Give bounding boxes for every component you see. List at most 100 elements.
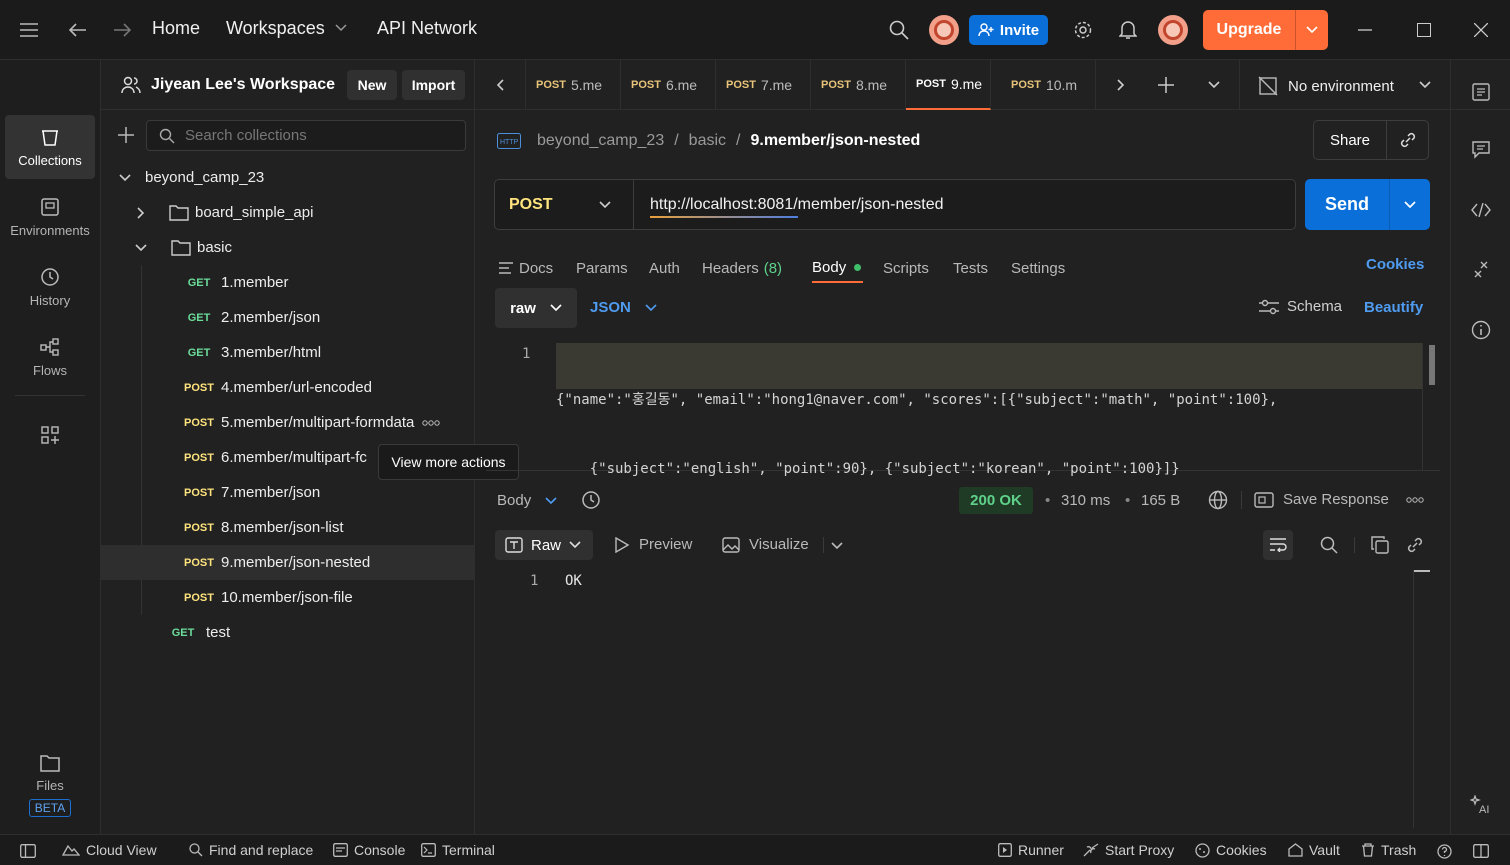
back-arrow-icon[interactable] (64, 18, 92, 42)
maximize-icon[interactable] (1411, 18, 1437, 42)
tab-request-active[interactable]: POST 9.me (906, 60, 991, 110)
runner-button[interactable]: Runner (998, 842, 1064, 858)
search-icon[interactable] (886, 18, 912, 42)
tab-request[interactable]: POST 5.me (526, 60, 621, 110)
comments-icon[interactable] (1469, 138, 1493, 162)
breadcrumb-item[interactable]: basic (689, 132, 726, 150)
folder-row[interactable]: basic (101, 230, 475, 265)
rail-history[interactable]: History (5, 255, 95, 319)
response-preview-tab[interactable]: Preview (615, 536, 692, 553)
send-button[interactable]: Send (1305, 179, 1430, 230)
list-item[interactable]: POST 7.member/json (101, 475, 475, 510)
avatar[interactable] (929, 15, 959, 45)
toggle-panel-icon[interactable] (1472, 842, 1490, 860)
list-item[interactable]: POST 9.member/json-nested (101, 545, 475, 580)
scrollbar-thumb[interactable] (1414, 570, 1430, 572)
nav-api-network[interactable]: API Network (377, 18, 477, 39)
bell-icon[interactable] (1115, 18, 1141, 42)
breadcrumb-item[interactable]: beyond_camp_23 (537, 132, 664, 150)
more-actions-icon[interactable] (1406, 497, 1424, 503)
tab-request[interactable]: POST 7.me (716, 60, 811, 110)
terminal-button[interactable]: Terminal (421, 842, 495, 858)
list-item[interactable]: GET 2.member/json (101, 300, 475, 335)
toggle-sidebar-icon[interactable] (18, 842, 38, 860)
share-button[interactable]: Share (1313, 120, 1429, 160)
documentation-icon[interactable] (1469, 80, 1493, 104)
list-item[interactable]: POST 5.member/multipart-formdata (101, 405, 475, 440)
close-icon[interactable] (1468, 18, 1494, 42)
schema-button[interactable]: Schema (1259, 298, 1342, 315)
scrollbar[interactable] (1422, 343, 1440, 471)
scrollbar[interactable] (1413, 570, 1414, 828)
tab-request[interactable]: POST 8.me (811, 60, 906, 110)
minimize-icon[interactable] (1352, 18, 1378, 42)
body-format-select[interactable]: JSON (590, 299, 657, 316)
plus-icon[interactable] (1155, 74, 1177, 96)
avatar[interactable] (1158, 15, 1188, 45)
response-size[interactable]: 165 B (1141, 492, 1180, 509)
globe-icon[interactable] (1207, 489, 1229, 511)
workspace-name[interactable]: Jiyean Lee's Workspace (151, 76, 335, 94)
list-item[interactable]: GET test (101, 615, 475, 650)
list-item[interactable]: POST 8.member/json-list (101, 510, 475, 545)
tab-settings[interactable]: Settings (1011, 253, 1065, 283)
code-editor[interactable]: 1 {"name":"홍길동", "email":"hong1@naver.co… (486, 343, 1440, 477)
upgrade-button[interactable]: Upgrade (1203, 10, 1328, 50)
tab-body[interactable]: Body (812, 253, 863, 283)
breadcrumb-current[interactable]: 9.member/json-nested (750, 132, 920, 150)
import-button[interactable]: Import (402, 70, 465, 100)
forward-arrow-icon[interactable] (108, 18, 136, 42)
list-item[interactable]: GET 3.member/html (101, 335, 475, 370)
chevron-down-icon[interactable] (335, 24, 347, 32)
history-icon[interactable] (580, 489, 602, 511)
tab-request[interactable]: POST 10.m (1001, 60, 1096, 110)
rail-environments[interactable]: Environments (5, 185, 95, 249)
cookies-link[interactable]: Cookies (1366, 256, 1424, 273)
console-button[interactable]: Console (333, 842, 405, 858)
folder-row[interactable]: board_simple_api (101, 195, 475, 230)
tab-tests[interactable]: Tests (953, 253, 988, 283)
response-content[interactable]: OK (565, 573, 582, 589)
url-input[interactable]: http://localhost:8081/member/json-nested (650, 196, 944, 216)
response-body-select[interactable]: Body (497, 492, 557, 509)
menu-icon[interactable] (14, 18, 44, 42)
chevron-down-icon[interactable] (599, 201, 611, 209)
list-item[interactable]: GET 1.member (101, 265, 475, 300)
list-item[interactable]: POST 10.member/json-file (101, 580, 475, 615)
save-response-button[interactable]: Save Response (1254, 491, 1389, 508)
list-item[interactable]: POST 4.member/url-encoded (101, 370, 475, 405)
method-select[interactable]: POST (509, 196, 553, 214)
copy-icon[interactable] (1369, 534, 1391, 556)
start-proxy-button[interactable]: Start Proxy (1083, 842, 1174, 858)
more-actions-icon[interactable] (422, 419, 441, 426)
scrollbar-thumb[interactable] (1429, 345, 1435, 385)
tab-request[interactable]: POST 6.me (621, 60, 716, 110)
response-time[interactable]: 310 ms (1061, 492, 1110, 509)
rail-flows[interactable]: Flows (5, 325, 95, 389)
cloud-view-button[interactable]: Cloud View (62, 842, 157, 858)
rail-files[interactable]: Files BETA (5, 750, 95, 820)
code-content[interactable]: {"name":"홍길동", "email":"hong1@naver.com"… (556, 343, 1422, 477)
body-mode-select[interactable]: raw (495, 288, 577, 328)
find-replace-button[interactable]: Find and replace (189, 842, 313, 858)
tab-docs[interactable]: Docs (499, 253, 553, 283)
chevron-right-icon[interactable] (1110, 74, 1132, 96)
search-input[interactable]: Search collections (146, 120, 466, 151)
add-widget-icon[interactable] (35, 420, 65, 450)
code-icon[interactable] (1469, 198, 1493, 222)
related-collections-icon[interactable] (1469, 258, 1493, 282)
chevron-down-icon[interactable] (831, 542, 843, 550)
cookies-button[interactable]: Cookies (1195, 842, 1267, 858)
trash-button[interactable]: Trash (1361, 842, 1416, 858)
search-icon[interactable] (1318, 534, 1340, 556)
help-icon[interactable] (1435, 842, 1453, 860)
beautify-button[interactable]: Beautify (1364, 299, 1423, 316)
tab-auth[interactable]: Auth (649, 253, 680, 283)
share-label[interactable]: Share (1314, 121, 1386, 159)
status-badge[interactable]: 200 OK (959, 487, 1033, 514)
wrap-lines-icon[interactable] (1263, 530, 1293, 560)
vault-button[interactable]: Vault (1288, 842, 1340, 858)
chevron-down-icon[interactable] (1390, 179, 1430, 230)
info-icon[interactable] (1469, 318, 1493, 342)
invite-button[interactable]: Invite (969, 15, 1048, 45)
